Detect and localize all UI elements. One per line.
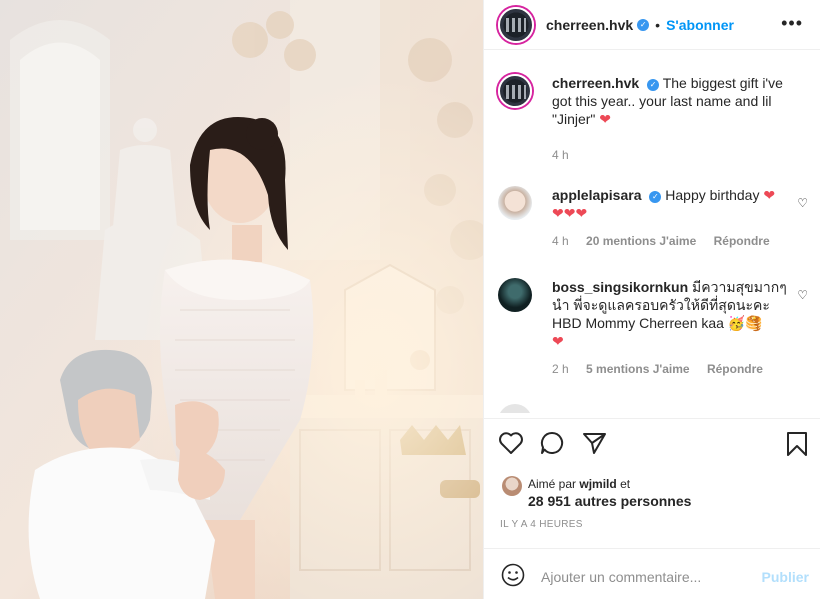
heart-emoji-icon: ❤: [599, 111, 612, 127]
comments-list[interactable]: cherreen.hvk ✓ The biggest gift i've got…: [484, 58, 820, 413]
like-comment-icon[interactable]: ♡: [797, 288, 808, 302]
liked-by-prefix: Aimé par: [528, 477, 577, 491]
bookmark-icon[interactable]: [785, 431, 809, 462]
separator-dot: •: [655, 16, 661, 33]
post-image: [0, 0, 483, 599]
liked-by-suffix: et: [620, 477, 631, 491]
commenter-avatar[interactable]: [498, 278, 532, 312]
comment-input[interactable]: Ajouter un commentaire...: [541, 569, 701, 585]
post-side-panel: cherreen.hvk ✓ • S'abonner ••• cherreen.…: [483, 0, 820, 599]
comment-username[interactable]: applelapisara: [552, 187, 642, 203]
comment-form: Ajouter un commentaire... Publier: [484, 548, 820, 599]
reply-button[interactable]: Répondre: [714, 234, 770, 248]
more-options-icon[interactable]: •••: [781, 13, 803, 34]
reply-button[interactable]: Répondre: [707, 362, 763, 376]
comment-likes[interactable]: 20 mentions J'aime: [586, 234, 696, 248]
comment-text: Happy birthday: [665, 187, 760, 203]
liked-by-line: Aimé par wjmild et: [528, 475, 630, 493]
caption: cherreen.hvk ✓ The biggest gift i've got…: [498, 74, 808, 174]
liked-by-user[interactable]: wjmild: [579, 477, 616, 491]
post-header: cherreen.hvk ✓ • S'abonner •••: [484, 0, 820, 50]
like-comment-icon[interactable]: ♡: [797, 196, 808, 210]
caption-username[interactable]: cherreen.hvk: [552, 75, 639, 91]
caption-author-avatar[interactable]: [498, 74, 532, 108]
comment-item: applelapisara ✓ Happy birthday ❤ ❤❤❤ 4 h…: [498, 186, 808, 266]
comment-time: 2 h: [552, 362, 569, 376]
post-photo[interactable]: [0, 0, 483, 599]
comment-likes[interactable]: 5 mentions J'aime: [586, 362, 690, 376]
post-timestamp[interactable]: IL Y A 4 HEURES: [500, 519, 583, 530]
heart-emoji-icon: ❤❤❤: [552, 205, 588, 221]
commenter-avatar[interactable]: [498, 404, 532, 413]
caption-time: 4 h: [552, 148, 569, 162]
comment-item-partial: [498, 404, 808, 413]
author-username[interactable]: cherreen.hvk: [546, 17, 633, 33]
comment-item: boss_singsikornkun มีความสุขมากๆนำ พี่จะ…: [498, 278, 808, 388]
verified-icon: ✓: [637, 18, 650, 31]
comment-username[interactable]: boss_singsikornkun: [552, 279, 688, 295]
comment-icon[interactable]: [540, 431, 566, 460]
publish-button[interactable]: Publier: [762, 569, 809, 585]
heart-icon[interactable]: [498, 431, 524, 460]
action-bar: [484, 418, 820, 470]
verified-icon: ✓: [649, 191, 662, 203]
share-icon[interactable]: [582, 431, 608, 460]
verified-icon: ✓: [647, 79, 660, 91]
sweat-smile-emoji-icon: 🥳🥞: [727, 315, 763, 331]
likes-summary: Aimé par wjmild et 28 951 autres personn…: [498, 473, 808, 511]
heart-emoji-icon: ❤: [552, 333, 564, 349]
author-avatar[interactable]: [498, 6, 534, 43]
likes-count[interactable]: 28 951 autres personnes: [528, 493, 691, 509]
liker-avatar[interactable]: [502, 476, 522, 496]
heart-emoji-icon: ❤: [763, 187, 776, 203]
emoji-picker-icon[interactable]: [501, 563, 525, 592]
follow-button[interactable]: S'abonner: [666, 17, 734, 33]
commenter-avatar[interactable]: [498, 186, 532, 220]
comment-time: 4 h: [552, 234, 569, 248]
